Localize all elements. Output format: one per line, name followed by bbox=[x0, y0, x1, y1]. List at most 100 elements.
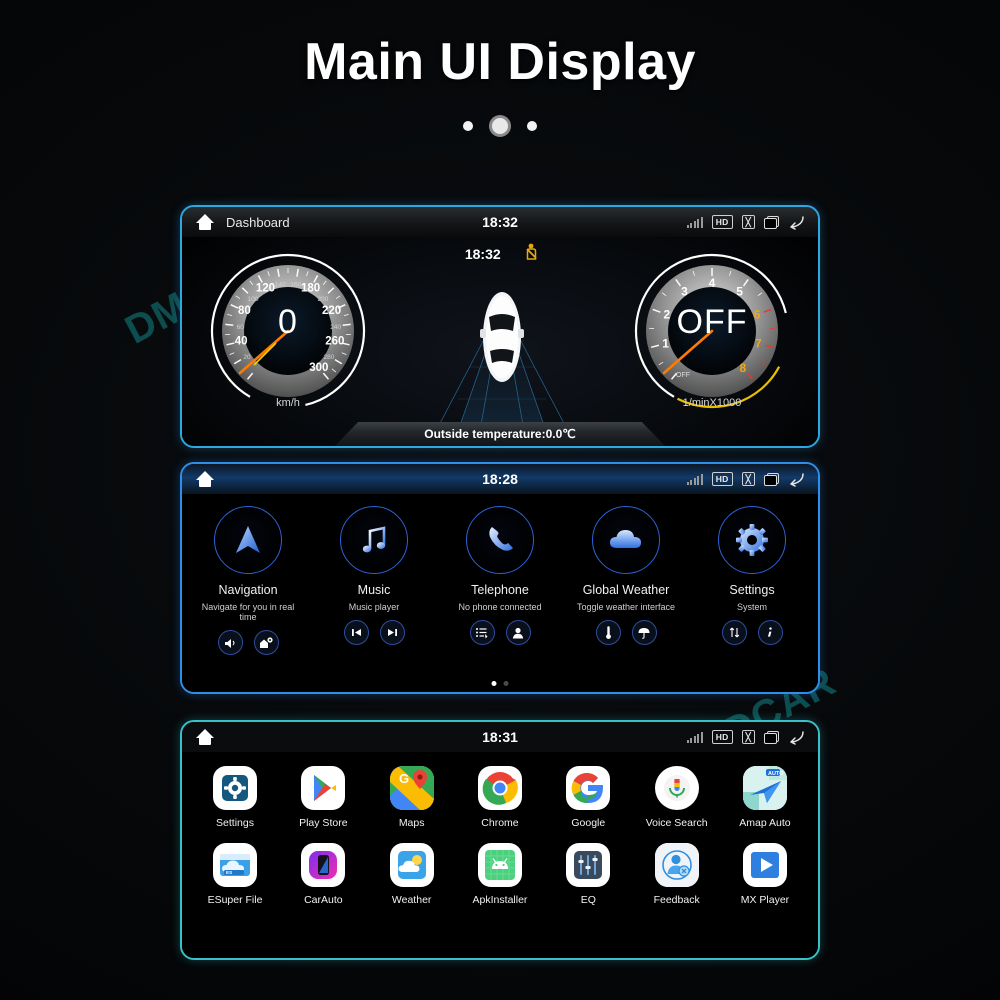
carousel-dot-1[interactable] bbox=[463, 121, 473, 131]
carousel-dot-2[interactable] bbox=[492, 118, 508, 134]
dashboard-statusbar: Dashboard 18:32 HD ╳ bbox=[182, 207, 818, 237]
back-arrow-icon[interactable] bbox=[788, 472, 806, 487]
app-grid-screen: 18:31 HD ╳ Settings Play Store G Maps Ch… bbox=[180, 720, 820, 960]
app-label: Global Weather bbox=[582, 583, 670, 597]
apps-body: Navigation Navigate for you in real time bbox=[182, 494, 818, 692]
grid-app-label: Feedback bbox=[653, 894, 700, 906]
nav-voice-icon[interactable] bbox=[217, 630, 243, 655]
grid-app-settings[interactable]: Settings bbox=[198, 766, 272, 829]
app-sublabel: Navigate for you in real time bbox=[201, 602, 295, 622]
app-telephone[interactable]: Telephone No phone connected bbox=[448, 506, 553, 655]
grid-app-carauto[interactable]: CarAuto bbox=[286, 843, 360, 906]
call-log-icon[interactable] bbox=[469, 620, 495, 645]
umbrella-icon[interactable] bbox=[631, 620, 657, 645]
settings-gear-app-icon[interactable] bbox=[213, 766, 257, 810]
gear-icon[interactable] bbox=[718, 506, 786, 574]
mx-player-app-icon[interactable] bbox=[742, 843, 787, 887]
grid-app-apkinstaller[interactable]: ApkInstaller bbox=[463, 843, 537, 906]
app-actions bbox=[196, 630, 301, 655]
grid-app-maps[interactable]: G Maps bbox=[375, 766, 449, 829]
app-label: Navigation bbox=[218, 583, 278, 597]
grid-app-mx-player[interactable]: MX Player bbox=[728, 843, 802, 906]
carauto-app-icon[interactable] bbox=[301, 843, 346, 887]
signal-bars-icon bbox=[686, 473, 703, 485]
grid-app-label: Play Store bbox=[299, 817, 348, 829]
grid-app-google[interactable]: Google bbox=[551, 766, 625, 829]
esuper-file-app-icon[interactable]: ES bbox=[213, 843, 257, 887]
next-track-icon[interactable] bbox=[379, 620, 405, 645]
amap-auto-app-icon[interactable]: AUTO bbox=[742, 766, 787, 810]
cloud-icon[interactable] bbox=[592, 506, 660, 574]
svg-text:160: 160 bbox=[290, 282, 301, 289]
x-box-icon[interactable]: ╳ bbox=[741, 471, 755, 487]
grid-app-label: Google bbox=[571, 817, 606, 829]
previous-track-icon[interactable] bbox=[343, 620, 369, 645]
play-store-app-icon[interactable] bbox=[301, 766, 346, 810]
app-label: Music bbox=[357, 583, 391, 597]
app-settings[interactable]: Settings System bbox=[700, 506, 805, 655]
signal-bars-icon bbox=[686, 731, 703, 743]
apps-screen: 18:28 HD ╳ Navigation Navigate for you i… bbox=[180, 462, 820, 694]
app-global-weather[interactable]: Global Weather Toggle weather interface bbox=[574, 506, 679, 655]
carousel-dots[interactable] bbox=[0, 118, 1000, 134]
back-arrow-icon[interactable] bbox=[788, 215, 806, 230]
tach-off-marker: OFF bbox=[676, 372, 690, 379]
grid-app-play-store[interactable]: Play Store bbox=[286, 766, 360, 829]
hd-badge-icon: HD bbox=[711, 471, 733, 487]
signal-bars-icon bbox=[686, 216, 703, 228]
svg-text:4: 4 bbox=[709, 276, 716, 290]
music-note-icon[interactable] bbox=[340, 506, 408, 574]
apps-page-dot-2[interactable] bbox=[503, 681, 509, 686]
google-maps-app-icon[interactable]: G bbox=[389, 766, 434, 810]
grid-app-label: ApkInstaller bbox=[472, 894, 528, 906]
app-grid-row-2: ES ESuper File CarAuto Weather ApkInstal… bbox=[198, 843, 802, 906]
chrome-app-icon[interactable] bbox=[477, 766, 522, 810]
apps-page-dot-1[interactable] bbox=[491, 681, 497, 686]
dashboard-screen: Dashboard 18:32 HD ╳ 20 40 60 80 100 120… bbox=[180, 205, 820, 448]
svg-text:200: 200 bbox=[317, 296, 328, 303]
grid-app-chrome[interactable]: Chrome bbox=[463, 766, 537, 829]
grid-app-feedback[interactable]: Feedback bbox=[640, 843, 714, 906]
app-sublabel: No phone connected bbox=[458, 602, 542, 612]
apps-page-dots[interactable] bbox=[491, 681, 509, 686]
nav-home-pin-icon[interactable] bbox=[253, 630, 279, 655]
recent-apps-icon[interactable] bbox=[764, 472, 779, 486]
feedback-app-icon[interactable] bbox=[654, 843, 699, 887]
svg-text:AUTO: AUTO bbox=[768, 771, 784, 777]
carousel-dot-3[interactable] bbox=[527, 121, 537, 131]
phone-handset-icon[interactable] bbox=[466, 506, 534, 574]
outside-temperature-bar: Outside temperature:0.0℃ bbox=[335, 422, 665, 446]
x-box-icon[interactable]: ╳ bbox=[741, 729, 755, 745]
recent-apps-icon[interactable] bbox=[764, 215, 779, 229]
sync-arrows-icon[interactable] bbox=[721, 620, 747, 645]
x-box-icon[interactable]: ╳ bbox=[741, 214, 755, 230]
voice-search-app-icon[interactable] bbox=[654, 766, 699, 810]
svg-text:180: 180 bbox=[301, 283, 320, 295]
google-app-icon[interactable] bbox=[566, 766, 611, 810]
dashboard-body: 20 40 60 80 100 120 140 160 180 200 220 240 260 280 30… bbox=[182, 237, 818, 446]
recent-apps-icon[interactable] bbox=[764, 730, 779, 744]
svg-text:100: 100 bbox=[248, 296, 259, 303]
apkinstaller-app-icon[interactable] bbox=[477, 843, 522, 887]
grid-app-amap-auto[interactable]: AUTO Amap Auto bbox=[728, 766, 802, 829]
home-icon[interactable] bbox=[196, 471, 214, 487]
back-arrow-icon[interactable] bbox=[788, 730, 806, 745]
home-icon[interactable] bbox=[196, 729, 214, 745]
info-icon[interactable] bbox=[757, 620, 783, 645]
eq-app-icon[interactable] bbox=[566, 843, 611, 887]
car-top-view-graphic bbox=[480, 292, 524, 382]
weather-app-icon[interactable] bbox=[389, 843, 434, 887]
grid-app-weather[interactable]: Weather bbox=[375, 843, 449, 906]
grid-app-eq[interactable]: EQ bbox=[551, 843, 625, 906]
home-icon[interactable] bbox=[196, 214, 214, 230]
grid-app-label: Voice Search bbox=[645, 817, 708, 829]
grid-app-voice-search[interactable]: Voice Search bbox=[640, 766, 714, 829]
navigation-arrow-icon[interactable] bbox=[214, 506, 282, 574]
grid-app-esuper-file[interactable]: ES ESuper File bbox=[198, 843, 272, 906]
contacts-icon[interactable] bbox=[505, 620, 531, 645]
svg-text:140: 140 bbox=[275, 282, 286, 289]
svg-text:20: 20 bbox=[243, 354, 251, 361]
app-navigation[interactable]: Navigation Navigate for you in real time bbox=[196, 506, 301, 655]
app-music[interactable]: Music Music player bbox=[322, 506, 427, 655]
thermometer-icon[interactable] bbox=[595, 620, 621, 645]
